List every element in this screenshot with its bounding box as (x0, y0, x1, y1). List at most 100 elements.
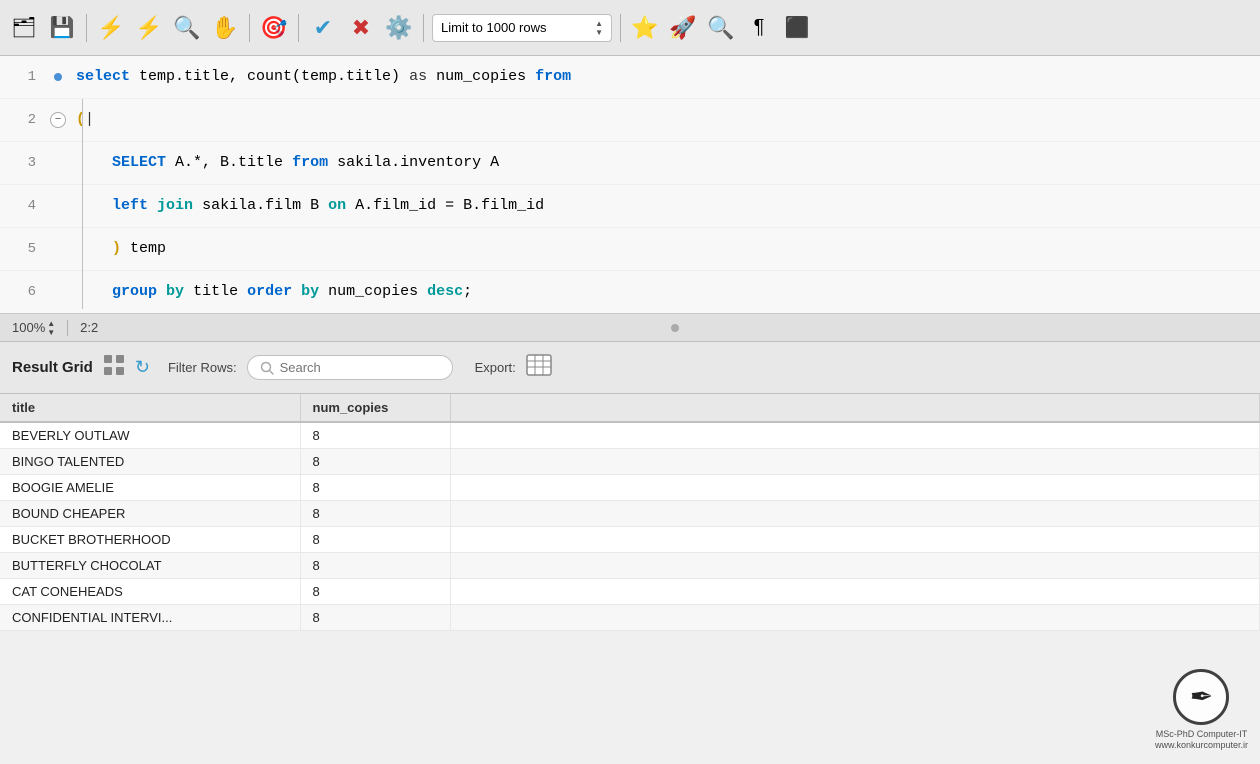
line-indicator-2: − (48, 112, 68, 128)
result-table: title num_copies BEVERLY OUTLAW8BINGO TA… (0, 394, 1260, 631)
status-bar: 100% ▲▼ 2:2 (0, 314, 1260, 342)
cell-num-copies: 8 (300, 422, 450, 449)
toolbar-separator-1 (86, 14, 87, 42)
cell-title: CAT CONEHEADS (0, 579, 300, 605)
search-box[interactable] (247, 355, 453, 380)
line-num-6: 6 (0, 271, 48, 313)
cell-empty (450, 553, 1260, 579)
wordwrap-icon[interactable]: ¶ (743, 12, 775, 44)
code-editor[interactable]: 1 select temp.title, count(temp.title) a… (0, 56, 1260, 314)
cell-title: CONFIDENTIAL INTERVI... (0, 605, 300, 631)
table-row[interactable]: BEVERLY OUTLAW8 (0, 422, 1260, 449)
limit-rows-label: Limit to 1000 rows (441, 20, 547, 35)
table-row[interactable]: CAT CONEHEADS8 (0, 579, 1260, 605)
result-grid-label: Result Grid (12, 359, 93, 376)
watermark-text-line2: www.konkurcomputer.ir (1155, 740, 1248, 752)
search-icon (260, 361, 274, 375)
plugin-icon[interactable]: 🎯 (258, 12, 290, 44)
bookmark-icon[interactable]: ⭐ (629, 12, 661, 44)
cell-empty (450, 422, 1260, 449)
history-icon[interactable]: ⬛ (781, 12, 813, 44)
limit-rows-arrows: ▲▼ (595, 19, 603, 37)
cell-num-copies: 8 (300, 475, 450, 501)
line-content-4: left join sakila.film B on A.film_id = B… (68, 185, 1260, 227)
cell-empty (450, 475, 1260, 501)
watermark-nib-icon: ✒ (1190, 680, 1213, 713)
zoom-control[interactable]: 100% ▲▼ (12, 319, 55, 337)
line-content-6: group by title order by num_copies desc; (68, 271, 1260, 313)
code-line-5: 5 ) temp (0, 228, 1260, 271)
cell-num-copies: 8 (300, 605, 450, 631)
table-row[interactable]: CONFIDENTIAL INTERVI...8 (0, 605, 1260, 631)
code-line-6: 6 group by title order by num_copies des… (0, 271, 1260, 313)
line-content-2: (| (68, 99, 1260, 141)
toolbar-separator-3 (298, 14, 299, 42)
grid-view-icon[interactable] (103, 354, 125, 381)
col-header-empty (450, 394, 1260, 422)
toolbar-separator-4 (423, 14, 424, 42)
cell-empty (450, 501, 1260, 527)
code-line-2: 2 − (| (0, 99, 1260, 142)
line-num-5: 5 (0, 228, 48, 270)
table-row[interactable]: BOUND CHEAPER8 (0, 501, 1260, 527)
export-icon[interactable] (526, 354, 552, 381)
cursor-position: 2:2 (80, 320, 98, 335)
zoom-arrows: ▲▼ (47, 319, 55, 337)
table-row[interactable]: BOOGIE AMELIE8 (0, 475, 1260, 501)
cell-empty (450, 605, 1260, 631)
code-line-4: 4 left join sakila.film B on A.film_id =… (0, 185, 1260, 228)
cell-title: BUTTERFLY CHOCOLAT (0, 553, 300, 579)
cell-title: BUCKET BROTHERHOOD (0, 527, 300, 553)
toolbar: 🗂 💾 ⚡ ⚡ 🔍 ✋ 🎯 ✔ ✖ ⚙️ Limit to 1000 rows … (0, 0, 1260, 56)
limit-rows-select[interactable]: Limit to 1000 rows ▲▼ (432, 14, 612, 42)
explain-icon[interactable]: 🔍 (171, 12, 203, 44)
cell-num-copies: 8 (300, 527, 450, 553)
table-row[interactable]: BINGO TALENTED8 (0, 449, 1260, 475)
watermark-circle: ✒ (1173, 669, 1229, 725)
filter-rows-label: Filter Rows: (168, 360, 237, 375)
cell-title: BEVERLY OUTLAW (0, 422, 300, 449)
line-num-4: 4 (0, 185, 48, 227)
line-num-2: 2 (0, 99, 48, 141)
cell-num-copies: 8 (300, 449, 450, 475)
cell-num-copies: 8 (300, 579, 450, 605)
search-input[interactable] (280, 360, 440, 375)
cell-num-copies: 8 (300, 553, 450, 579)
cell-empty (450, 579, 1260, 605)
zoom-icon[interactable]: 🔍 (705, 12, 737, 44)
cell-empty (450, 449, 1260, 475)
stop-icon[interactable]: ✋ (209, 12, 241, 44)
cancel-icon[interactable]: ✖ (345, 12, 377, 44)
line-content-5: ) temp (68, 228, 1260, 270)
table-row[interactable]: BUCKET BROTHERHOOD8 (0, 527, 1260, 553)
cell-empty (450, 527, 1260, 553)
code-line-1: 1 select temp.title, count(temp.title) a… (0, 56, 1260, 99)
table-row[interactable]: BUTTERFLY CHOCOLAT8 (0, 553, 1260, 579)
scroll-dot (671, 324, 679, 332)
code-line-3: 3 SELECT A.*, B.title from sakila.invent… (0, 142, 1260, 185)
snippet-icon[interactable]: 🚀 (667, 12, 699, 44)
breakpoint-dot[interactable] (54, 73, 62, 81)
scroll-indicator (102, 324, 1248, 332)
result-grid-header: Result Grid ↻ Filter Rows: Export: (0, 342, 1260, 394)
watermark-text-line1: MSc-PhD Computer-IT (1155, 729, 1248, 741)
cell-title: BINGO TALENTED (0, 449, 300, 475)
cell-title: BOOGIE AMELIE (0, 475, 300, 501)
line-num-3: 3 (0, 142, 48, 184)
cell-title: BOUND CHEAPER (0, 501, 300, 527)
refresh-icon[interactable]: ↻ (135, 357, 150, 378)
new-file-icon[interactable]: 🗂 (8, 12, 40, 44)
execute-icon[interactable]: ⚡ (95, 12, 127, 44)
check-icon[interactable]: ✔ (307, 12, 339, 44)
cell-num-copies: 8 (300, 501, 450, 527)
watermark: ✒ MSc-PhD Computer-IT www.konkurcomputer… (1155, 669, 1248, 752)
save-icon[interactable]: 💾 (46, 12, 78, 44)
collapse-button[interactable]: − (50, 112, 66, 128)
format-icon[interactable]: ⚙️ (383, 12, 415, 44)
export-label: Export: (475, 360, 516, 375)
toolbar-separator-5 (620, 14, 621, 42)
execute-alt-icon[interactable]: ⚡ (133, 12, 165, 44)
result-table-container: title num_copies BEVERLY OUTLAW8BINGO TA… (0, 394, 1260, 631)
line-indicator-1 (48, 73, 68, 81)
table-header-row: title num_copies (0, 394, 1260, 422)
